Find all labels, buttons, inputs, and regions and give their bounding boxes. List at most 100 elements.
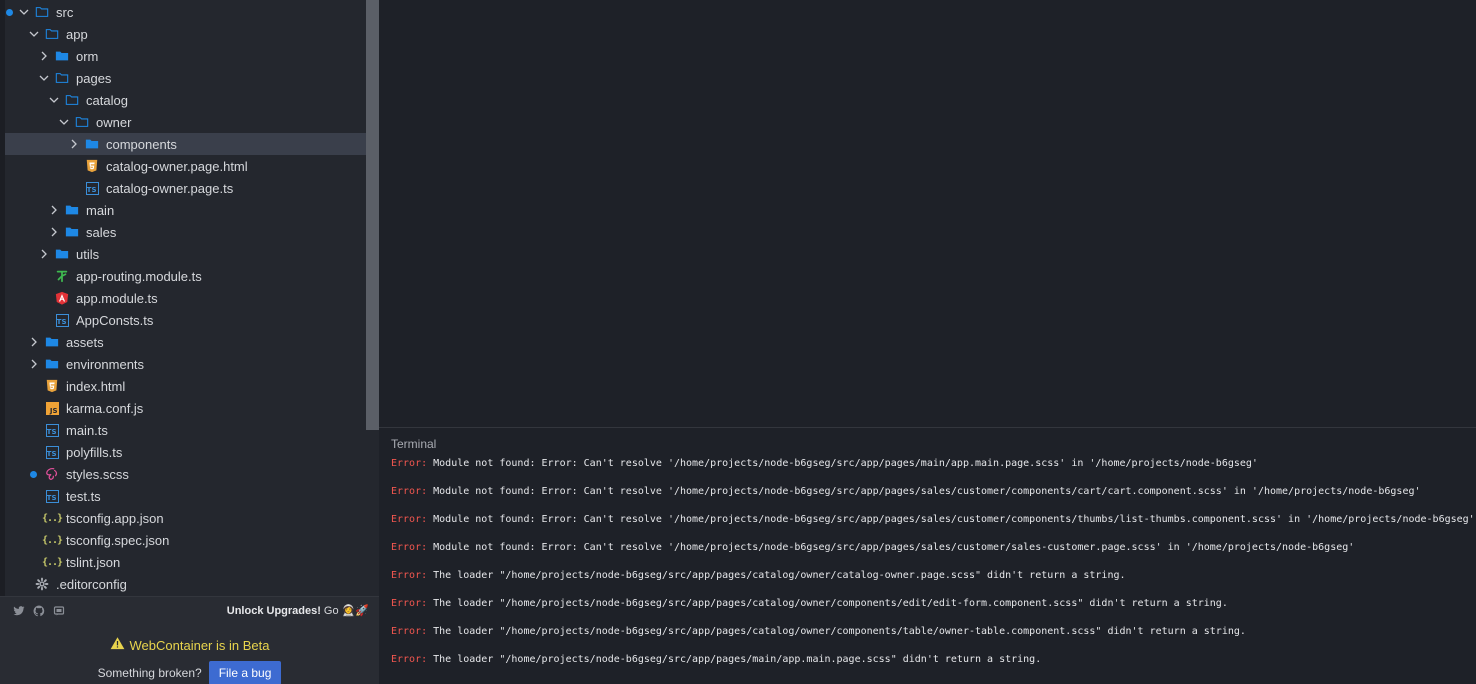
terminal-line: Error: Module not found: Error: Can't re…: [391, 542, 1476, 570]
error-message: The loader "/home/projects/node-b6gseg/s…: [427, 654, 1042, 665]
chevron-right-icon[interactable]: [27, 331, 41, 353]
typescript-icon: TS: [83, 177, 101, 199]
explorer-item-main-ts[interactable]: TS main.ts: [5, 419, 366, 441]
editor-area[interactable]: [379, 0, 1476, 427]
terminal-line: Error: The loader "/home/projects/node-b…: [391, 626, 1476, 654]
folder-open-icon: [43, 23, 61, 45]
explorer-item-label: environments: [66, 356, 145, 372]
explorer-item-sales[interactable]: sales: [5, 221, 366, 243]
explorer-item-components[interactable]: components: [5, 133, 366, 155]
chevron-down-icon[interactable]: [47, 89, 61, 111]
explorer-item-tsconfig-spec-json[interactable]: {..} tsconfig.spec.json: [5, 529, 366, 551]
error-message: Module not found: Error: Can't resolve '…: [427, 486, 1421, 497]
explorer-item-polyfills-ts[interactable]: TS polyfills.ts: [5, 441, 366, 463]
folder-icon: [83, 133, 101, 155]
social-links: [12, 604, 65, 617]
explorer-item-label: polyfills.ts: [66, 444, 123, 460]
explorer-item-tsconfig-app-json[interactable]: {..} tsconfig.app.json: [5, 507, 366, 529]
explorer-item-label: app.module.ts: [76, 290, 158, 306]
error-prefix: Error:: [391, 570, 428, 581]
discord-icon[interactable]: [52, 604, 65, 617]
error-prefix: Error:: [391, 514, 428, 525]
folder-open-icon: [53, 67, 71, 89]
chevron-right-icon[interactable]: [37, 243, 51, 265]
typescript-icon: TS: [43, 441, 61, 463]
chevron-right-icon[interactable]: [47, 221, 61, 243]
sidebar-footer: Unlock Upgrades! Go 👩‍🚀🚀 WebContainer is…: [0, 596, 379, 684]
explorer-scrollbar-thumb[interactable]: [366, 0, 379, 430]
error-message: The loader "/home/projects/node-b6gseg/s…: [427, 598, 1228, 609]
chevron-right-icon[interactable]: [27, 353, 41, 375]
explorer-item-label: src: [56, 4, 74, 20]
explorer-item-label: sales: [86, 224, 117, 240]
beta-notice: WebContainer is in Beta: [0, 636, 379, 654]
explorer-item-pages[interactable]: pages: [5, 67, 366, 89]
explorer-item-label: catalog-owner.page.html: [106, 158, 248, 174]
explorer-item-index-html[interactable]: index.html: [5, 375, 366, 397]
terminal-line: Error: Module not found: Error: Can't re…: [391, 486, 1476, 514]
file-a-bug-button[interactable]: File a bug: [208, 661, 282, 684]
explorer-item-app-routing-module-ts[interactable]: app-routing.module.ts: [5, 265, 366, 287]
explorer-item-catalog-owner-page-ts[interactable]: TS catalog-owner.page.ts: [5, 177, 366, 199]
json-icon: {..}: [41, 512, 63, 524]
explorer-scrollbar[interactable]: [366, 0, 379, 596]
explorer-item-catalog-owner-page-html[interactable]: catalog-owner.page.html: [5, 155, 366, 177]
explorer-item-orm[interactable]: orm: [5, 45, 366, 67]
explorer-item-src[interactable]: src: [5, 1, 366, 23]
explorer-item-label: tslint.json: [66, 554, 121, 570]
error-message: Module not found: Error: Can't resolve '…: [427, 514, 1475, 525]
typescript-icon: TS: [43, 485, 61, 507]
explorer-item-appconsts-ts[interactable]: TS AppConsts.ts: [5, 309, 366, 331]
explorer-item-main[interactable]: main: [5, 199, 366, 221]
astronaut-rocket-emoji: 👩‍🚀🚀: [341, 605, 369, 617]
explorer-item-app-module-ts[interactable]: app.module.ts: [5, 287, 366, 309]
html5-icon: [83, 155, 101, 177]
explorer-item-label: index.html: [66, 378, 126, 394]
explorer-item-tslint-json[interactable]: {..} tslint.json: [5, 551, 366, 573]
twitter-icon[interactable]: [12, 604, 25, 617]
chevron-right-icon[interactable]: [47, 199, 61, 221]
explorer-item-label: catalog: [86, 92, 128, 108]
chevron-down-icon[interactable]: [27, 23, 41, 45]
explorer-item-environments[interactable]: environments: [5, 353, 366, 375]
sass-icon: [43, 463, 61, 485]
terminal-panel[interactable]: Terminal Error: Module not found: Error:…: [379, 427, 1476, 684]
github-icon[interactable]: [32, 604, 45, 617]
error-prefix: Error:: [391, 626, 428, 637]
terminal-line: Error: Module not found: Error: Can't re…: [391, 514, 1476, 542]
gear-icon: [33, 573, 51, 595]
folder-icon: [53, 45, 71, 67]
chevron-down-icon[interactable]: [17, 1, 31, 23]
unlock-upgrades[interactable]: Unlock Upgrades! Go 👩‍🚀🚀: [227, 604, 369, 618]
chevron-down-icon[interactable]: [57, 111, 71, 133]
explorer-item-catalog[interactable]: catalog: [5, 89, 366, 111]
beta-text: WebContainer is in Beta: [129, 637, 270, 653]
explorer-item-label: pages: [76, 70, 112, 86]
explorer-item-editorconfig[interactable]: .editorconfig: [5, 573, 366, 595]
terminal-line: Error: The loader "/home/projects/node-b…: [391, 598, 1476, 626]
typescript-icon: TS: [43, 419, 61, 441]
explorer-item-styles-scss[interactable]: styles.scss: [5, 463, 366, 485]
explorer-item-label: utils: [76, 246, 100, 262]
explorer-item-label: .editorconfig: [56, 576, 127, 592]
explorer-item-owner[interactable]: owner: [5, 111, 366, 133]
explorer-item-label: main.ts: [66, 422, 108, 438]
json-icon: {..}: [41, 534, 63, 546]
error-message: The loader "/home/projects/node-b6gseg/s…: [427, 626, 1246, 637]
chevron-right-icon[interactable]: [37, 45, 51, 67]
folder-open-icon: [63, 89, 81, 111]
error-message: Module not found: Error: Can't resolve '…: [427, 458, 1258, 469]
json-icon: {..}: [41, 556, 63, 568]
terminal-line: Error: The loader "/home/projects/node-b…: [391, 570, 1476, 598]
explorer-item-test-ts[interactable]: TS test.ts: [5, 485, 366, 507]
terminal-line: Error: The loader "/home/projects/node-b…: [391, 654, 1476, 682]
explorer-item-label: tsconfig.app.json: [66, 510, 164, 526]
explorer-item-app[interactable]: app: [5, 23, 366, 45]
explorer-item-assets[interactable]: assets: [5, 331, 366, 353]
explorer-item-utils[interactable]: utils: [5, 243, 366, 265]
folder-icon: [53, 243, 71, 265]
explorer-item-label: main: [86, 202, 115, 218]
chevron-right-icon[interactable]: [67, 133, 81, 155]
explorer-item-karma-conf-js[interactable]: JS karma.conf.js: [5, 397, 366, 419]
chevron-down-icon[interactable]: [37, 67, 51, 89]
